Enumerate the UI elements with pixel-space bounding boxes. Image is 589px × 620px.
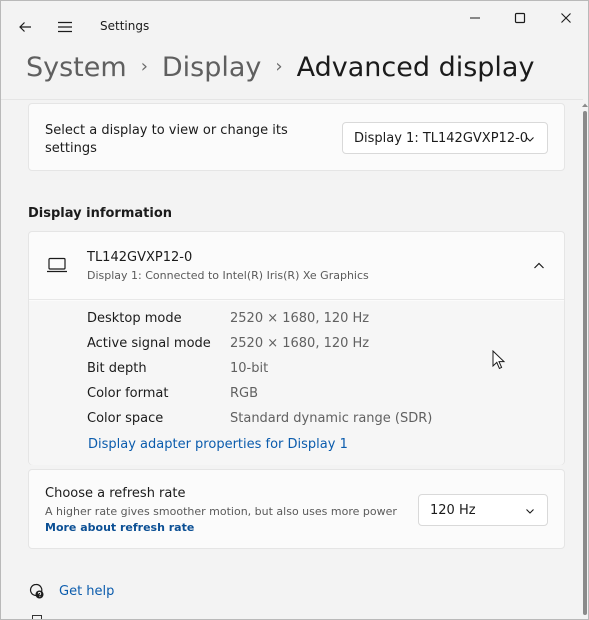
info-row-bit-depth: Bit depth 10-bit <box>87 361 268 381</box>
display-information-header[interactable]: TL142GVXP12-0 Display 1: Connected to In… <box>29 232 564 300</box>
header-divider <box>1 99 583 100</box>
close-button[interactable] <box>544 1 588 35</box>
section-title-display-information: Display information <box>28 206 173 221</box>
display-select-card: Select a display to view or change its s… <box>28 103 565 171</box>
info-row-desktop-mode: Desktop mode 2520 × 1680, 120 Hz <box>87 311 369 331</box>
chevron-right-icon: › <box>140 55 148 77</box>
info-row-active-signal-mode: Active signal mode 2520 × 1680, 120 Hz <box>87 336 369 356</box>
info-key: Active signal mode <box>87 336 211 351</box>
display-dropdown-value: Display 1: TL142GVXP12-0 <box>354 130 529 146</box>
display-information-details: Desktop mode 2520 × 1680, 120 Hz Active … <box>29 301 564 465</box>
mouse-cursor-icon <box>492 350 506 370</box>
info-value: 10-bit <box>230 361 269 376</box>
page-title: Advanced display <box>296 51 535 83</box>
breadcrumb: System › Display › Advanced display <box>26 47 534 87</box>
info-key: Desktop mode <box>87 311 182 326</box>
info-key: Color space <box>87 411 164 426</box>
display-name: TL142GVXP12-0 <box>87 250 193 265</box>
refresh-rate-dropdown[interactable]: 120 Hz <box>418 494 548 526</box>
info-value: Standard dynamic range (SDR) <box>230 411 433 426</box>
chevron-right-icon: › <box>275 55 283 77</box>
laptop-icon <box>47 257 67 273</box>
info-key: Bit depth <box>87 361 147 376</box>
minimize-icon <box>470 17 480 19</box>
refresh-rate-title: Choose a refresh rate <box>45 486 186 501</box>
display-connection-info: Display 1: Connected to Intel(R) Iris(R)… <box>87 269 369 282</box>
breadcrumb-display[interactable]: Display <box>162 52 262 83</box>
display-information-card: TL142GVXP12-0 Display 1: Connected to In… <box>28 231 565 465</box>
hamburger-menu-icon <box>58 21 72 33</box>
info-value: RGB <box>230 386 259 401</box>
help-chat-icon <box>29 583 44 599</box>
vertical-scrollbar[interactable] <box>583 111 587 615</box>
refresh-rate-description: A higher rate gives smoother motion, but… <box>45 505 397 518</box>
close-icon <box>561 13 571 23</box>
minimize-button[interactable] <box>453 1 497 35</box>
breadcrumb-system[interactable]: System <box>26 52 127 83</box>
display-adapter-properties-link[interactable]: Display adapter properties for Display 1 <box>88 437 348 452</box>
feedback-icon[interactable] <box>32 615 42 619</box>
navigation-menu-button[interactable] <box>51 13 79 41</box>
info-value: 2520 × 1680, 120 Hz <box>230 311 370 326</box>
settings-window: Settings System › Display › Advanced dis… <box>0 0 589 620</box>
collapse-button[interactable] <box>526 254 552 278</box>
back-button[interactable] <box>11 13 39 41</box>
info-key: Color format <box>87 386 169 401</box>
refresh-rate-card: Choose a refresh rate A higher rate give… <box>28 469 565 549</box>
info-value: 2520 × 1680, 120 Hz <box>230 336 370 351</box>
chevron-up-icon <box>534 262 544 269</box>
display-dropdown[interactable]: Display 1: TL142GVXP12-0 <box>342 122 548 154</box>
more-about-refresh-rate-link[interactable]: More about refresh rate <box>45 521 194 534</box>
get-help-label: Get help <box>59 583 115 599</box>
display-select-label: Select a display to view or change its s… <box>45 123 288 156</box>
refresh-rate-value: 120 Hz <box>430 502 476 518</box>
chevron-down-icon <box>526 137 534 142</box>
scroll-up-arrow-icon[interactable] <box>581 101 589 109</box>
info-row-color-format: Color format RGB <box>87 386 258 406</box>
get-help-link[interactable]: Get help <box>27 582 114 600</box>
info-row-color-space: Color space Standard dynamic range (SDR) <box>87 411 432 431</box>
title-bar: Settings <box>1 1 588 49</box>
maximize-button[interactable] <box>498 1 542 35</box>
app-title: Settings <box>100 19 150 33</box>
chevron-down-icon <box>526 509 534 514</box>
arrow-left-icon <box>19 22 31 32</box>
maximize-icon <box>514 12 526 24</box>
